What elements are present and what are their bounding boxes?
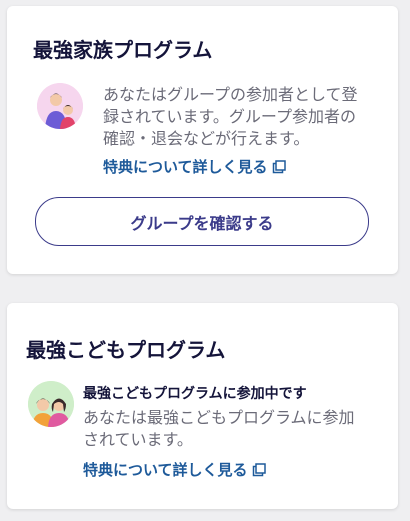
kids-benefits-link-label: 特典について詳しく見る xyxy=(83,461,248,479)
family-benefits-link[interactable]: 特典について詳しく見る xyxy=(103,156,286,178)
description-line: あなたはグループの参加者として登 xyxy=(103,85,358,104)
family-program-card: 最強家族プログラム あなたはグループの参加者として登 録されています。グループ参… xyxy=(7,6,398,274)
kids-icon xyxy=(28,381,74,427)
kids-benefits-link[interactable]: 特典について詳しく見る xyxy=(83,459,266,481)
kids-program-card: 最強こどもプログラム 最強こどもプログラムに参加中です あなたは最強こどもプログ… xyxy=(7,303,398,509)
family-program-title: 最強家族プログラム xyxy=(33,38,213,62)
kids-program-title: 最強こどもプログラム xyxy=(26,338,226,362)
external-link-icon xyxy=(272,160,286,178)
view-group-button[interactable]: グループを確認する xyxy=(35,197,369,246)
view-group-button-label: グループを確認する xyxy=(130,213,274,233)
description-line: あなたは最強こどもプログラムに参加 xyxy=(83,408,355,427)
description-line: 確認・退会などが行えます。 xyxy=(103,129,310,148)
family-program-description: あなたはグループの参加者として登 録されています。グループ参加者の 確認・退会な… xyxy=(103,84,383,150)
family-icon xyxy=(37,83,83,129)
description-line: されています。 xyxy=(83,430,193,449)
description-line: 録されています。グループ参加者の xyxy=(103,107,356,126)
kids-program-description: あなたは最強こどもプログラムに参加 されています。 xyxy=(83,407,383,451)
external-link-icon xyxy=(252,463,266,481)
family-benefits-link-label: 特典について詳しく見る xyxy=(103,158,268,176)
kids-participation-status: 最強こどもプログラムに参加中です xyxy=(83,386,307,402)
